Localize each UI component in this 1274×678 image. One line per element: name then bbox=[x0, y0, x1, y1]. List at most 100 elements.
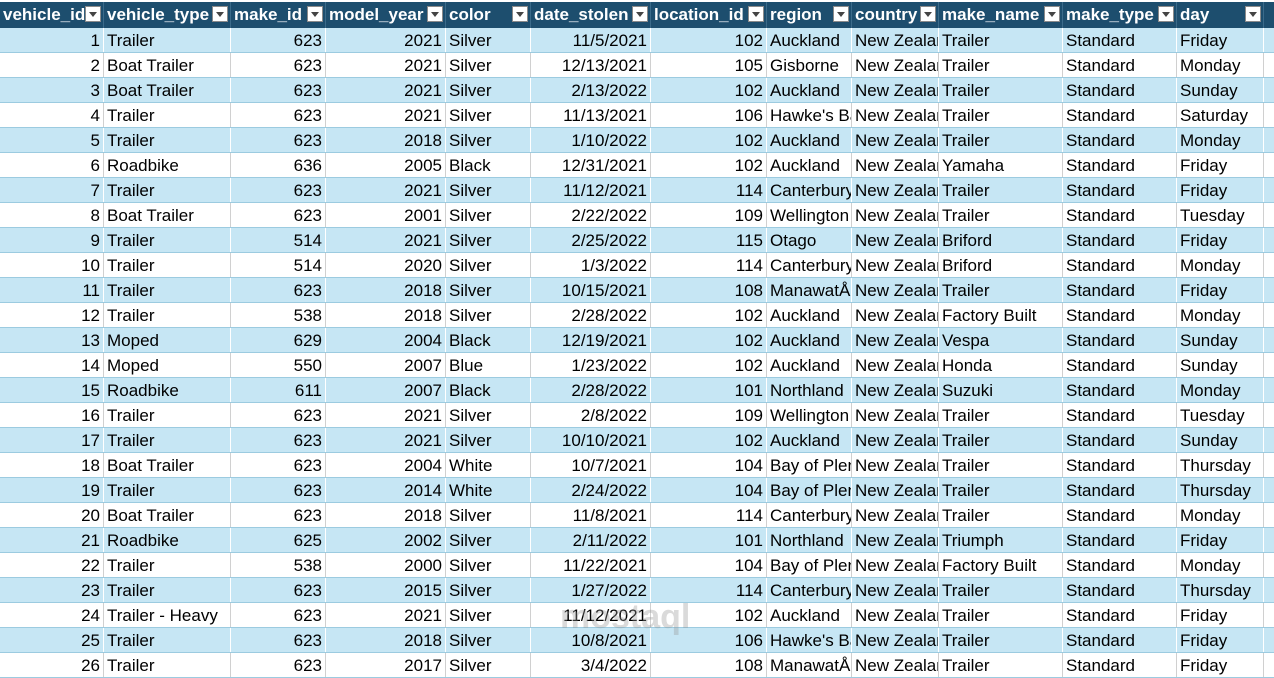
cell-region[interactable]: Northland bbox=[767, 378, 852, 402]
cell-date-stolen[interactable]: 1/10/2022 bbox=[531, 128, 651, 152]
cell-model-year[interactable]: 2001 bbox=[326, 203, 446, 227]
cell-date-stolen[interactable]: 3/4/2022 bbox=[531, 653, 651, 677]
cell-day[interactable]: Friday bbox=[1177, 603, 1264, 627]
cell-color[interactable]: White bbox=[446, 478, 531, 502]
cell-vehicle-type[interactable]: Trailer bbox=[104, 103, 231, 127]
cell-day[interactable]: Thursday bbox=[1177, 578, 1264, 602]
cell-vehicle-id[interactable]: 8 bbox=[0, 203, 104, 227]
cell-date-stolen[interactable]: 2/24/2022 bbox=[531, 478, 651, 502]
cell-country[interactable]: New Zealand bbox=[852, 328, 939, 352]
cell-make-name[interactable]: Honda bbox=[939, 353, 1063, 377]
cell-vehicle-type[interactable]: Trailer bbox=[104, 28, 231, 52]
cell-region[interactable]: Auckland bbox=[767, 428, 852, 452]
cell-vehicle-type[interactable]: Boat Trailer bbox=[104, 453, 231, 477]
cell-date-stolen[interactable]: 1/23/2022 bbox=[531, 353, 651, 377]
header-cell-color[interactable]: color bbox=[446, 2, 531, 28]
cell-color[interactable]: Blue bbox=[446, 353, 531, 377]
cell-make-name[interactable]: Trailer bbox=[939, 603, 1063, 627]
cell-vehicle-type[interactable]: Roadbike bbox=[104, 378, 231, 402]
cell-country[interactable]: New Zealand bbox=[852, 628, 939, 652]
cell-vehicle-id[interactable]: 10 bbox=[0, 253, 104, 277]
cell-region[interactable]: Hawke's Bay bbox=[767, 628, 852, 652]
cell-date-stolen[interactable]: 10/10/2021 bbox=[531, 428, 651, 452]
cell-date-stolen[interactable]: 2/28/2022 bbox=[531, 303, 651, 327]
cell-vehicle-id[interactable]: 14 bbox=[0, 353, 104, 377]
cell-country[interactable]: New Zealand bbox=[852, 228, 939, 252]
cell-country[interactable]: New Zealand bbox=[852, 478, 939, 502]
cell-make-type[interactable]: Standard bbox=[1063, 453, 1177, 477]
cell-country[interactable]: New Zealand bbox=[852, 78, 939, 102]
cell-make-id[interactable]: 625 bbox=[231, 528, 326, 552]
cell-make-id[interactable]: 623 bbox=[231, 103, 326, 127]
cell-make-name[interactable]: Factory Built bbox=[939, 303, 1063, 327]
cell-make-id[interactable]: 623 bbox=[231, 428, 326, 452]
cell-make-name[interactable]: Trailer bbox=[939, 428, 1063, 452]
cell-make-name[interactable]: Trailer bbox=[939, 203, 1063, 227]
cell-model-year[interactable]: 2000 bbox=[326, 553, 446, 577]
cell-date-stolen[interactable]: 12/19/2021 bbox=[531, 328, 651, 352]
cell-country[interactable]: New Zealand bbox=[852, 603, 939, 627]
cell-location-id[interactable]: 109 bbox=[651, 403, 767, 427]
cell-color[interactable]: Silver bbox=[446, 628, 531, 652]
cell-vehicle-id[interactable]: 2 bbox=[0, 53, 104, 77]
cell-make-type[interactable]: Standard bbox=[1063, 578, 1177, 602]
cell-region[interactable]: Auckland bbox=[767, 153, 852, 177]
cell-country[interactable]: New Zealand bbox=[852, 278, 939, 302]
cell-day[interactable]: Sunday bbox=[1177, 428, 1264, 452]
cell-vehicle-id[interactable]: 9 bbox=[0, 228, 104, 252]
cell-color[interactable]: Black bbox=[446, 153, 531, 177]
cell-country[interactable]: New Zealand bbox=[852, 403, 939, 427]
cell-make-id[interactable]: 623 bbox=[231, 278, 326, 302]
cell-vehicle-type[interactable]: Trailer bbox=[104, 278, 231, 302]
cell-make-id[interactable]: 623 bbox=[231, 478, 326, 502]
cell-location-id[interactable]: 108 bbox=[651, 653, 767, 677]
cell-vehicle-type[interactable]: Trailer bbox=[104, 578, 231, 602]
cell-make-type[interactable]: Standard bbox=[1063, 603, 1177, 627]
cell-make-id[interactable]: 623 bbox=[231, 603, 326, 627]
cell-make-name[interactable]: Factory Built bbox=[939, 553, 1063, 577]
cell-region[interactable]: Auckland bbox=[767, 328, 852, 352]
cell-vehicle-id[interactable]: 15 bbox=[0, 378, 104, 402]
cell-location-id[interactable]: 114 bbox=[651, 253, 767, 277]
cell-date-stolen[interactable]: 12/31/2021 bbox=[531, 153, 651, 177]
cell-day[interactable]: Friday bbox=[1177, 628, 1264, 652]
cell-make-type[interactable]: Standard bbox=[1063, 203, 1177, 227]
cell-location-id[interactable]: 101 bbox=[651, 378, 767, 402]
cell-region[interactable]: Bay of Plenty bbox=[767, 553, 852, 577]
header-cell-make-type[interactable]: make_type bbox=[1063, 2, 1177, 28]
cell-country[interactable]: New Zealand bbox=[852, 353, 939, 377]
cell-color[interactable]: Silver bbox=[446, 553, 531, 577]
cell-day[interactable]: Friday bbox=[1177, 528, 1264, 552]
cell-model-year[interactable]: 2015 bbox=[326, 578, 446, 602]
cell-make-type[interactable]: Standard bbox=[1063, 503, 1177, 527]
cell-country[interactable]: New Zealand bbox=[852, 378, 939, 402]
cell-model-year[interactable]: 2021 bbox=[326, 28, 446, 52]
cell-model-year[interactable]: 2004 bbox=[326, 453, 446, 477]
cell-make-type[interactable]: Standard bbox=[1063, 28, 1177, 52]
cell-vehicle-id[interactable]: 18 bbox=[0, 453, 104, 477]
cell-make-name[interactable]: Briford bbox=[939, 253, 1063, 277]
cell-model-year[interactable]: 2021 bbox=[326, 178, 446, 202]
cell-vehicle-type[interactable]: Moped bbox=[104, 353, 231, 377]
cell-vehicle-id[interactable]: 24 bbox=[0, 603, 104, 627]
cell-location-id[interactable]: 102 bbox=[651, 303, 767, 327]
cell-day[interactable]: Monday bbox=[1177, 253, 1264, 277]
cell-color[interactable]: Silver bbox=[446, 403, 531, 427]
cell-date-stolen[interactable]: 11/8/2021 bbox=[531, 503, 651, 527]
cell-make-id[interactable]: 623 bbox=[231, 653, 326, 677]
cell-make-type[interactable]: Standard bbox=[1063, 78, 1177, 102]
cell-day[interactable]: Friday bbox=[1177, 278, 1264, 302]
cell-make-id[interactable]: 623 bbox=[231, 28, 326, 52]
cell-make-id[interactable]: 514 bbox=[231, 253, 326, 277]
filter-dropdown-icon[interactable] bbox=[1245, 6, 1261, 22]
cell-make-id[interactable]: 623 bbox=[231, 453, 326, 477]
cell-location-id[interactable]: 104 bbox=[651, 478, 767, 502]
cell-make-type[interactable]: Standard bbox=[1063, 628, 1177, 652]
cell-vehicle-type[interactable]: Trailer bbox=[104, 128, 231, 152]
cell-color[interactable]: Silver bbox=[446, 428, 531, 452]
cell-date-stolen[interactable]: 11/12/2021 bbox=[531, 603, 651, 627]
cell-region[interactable]: Canterbury bbox=[767, 178, 852, 202]
cell-model-year[interactable]: 2005 bbox=[326, 153, 446, 177]
cell-day[interactable]: Monday bbox=[1177, 53, 1264, 77]
cell-color[interactable]: Silver bbox=[446, 253, 531, 277]
